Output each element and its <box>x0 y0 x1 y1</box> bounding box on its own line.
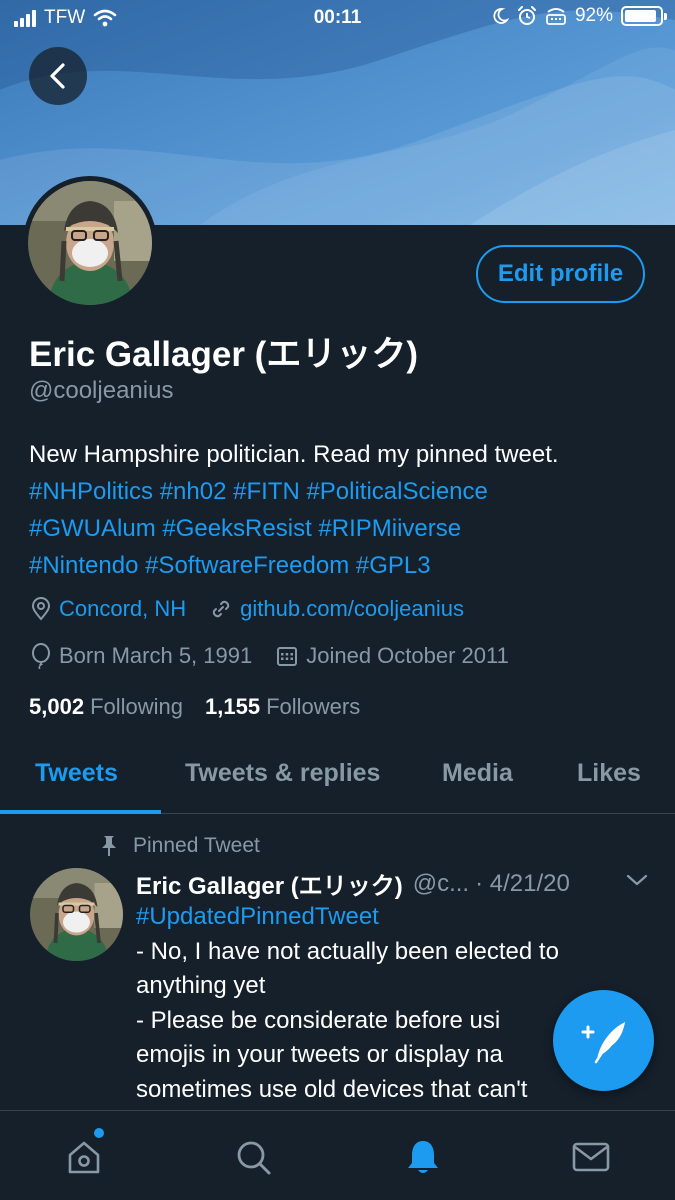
following-label: Following <box>90 694 183 719</box>
tweet-hashtag[interactable]: #UpdatedPinnedTweet <box>136 900 666 935</box>
pinned-tweet-label: Pinned Tweet <box>99 834 260 858</box>
tty-icon <box>546 8 566 25</box>
bio-hashtags-line[interactable]: #GWUAlum #GeeksResist #RIPMiiverse <box>29 510 659 547</box>
tab-likes[interactable]: Likes <box>577 759 641 788</box>
chevron-down-icon <box>626 874 648 886</box>
profile-bio: New Hampshire politician. Read my pinned… <box>29 436 659 584</box>
nav-search[interactable] <box>231 1135 275 1179</box>
tab-media[interactable]: Media <box>442 759 513 788</box>
tweet-author-name[interactable]: Eric Gallager (エリック) <box>136 866 403 901</box>
bottom-navigation <box>0 1110 675 1200</box>
follow-stats: 5,002 Following 1,155 Followers <box>29 694 360 720</box>
nav-notifications[interactable] <box>401 1135 445 1179</box>
profile-website-link[interactable]: github.com/cooljeanius <box>240 596 464 622</box>
compose-tweet-button[interactable] <box>553 990 654 1091</box>
bio-hashtags-line[interactable]: #Nintendo #SoftwareFreedom #GPL3 <box>29 547 659 584</box>
alarm-icon <box>517 6 536 25</box>
link-icon <box>212 600 230 618</box>
bio-text: New Hampshire politician. Read my pinned… <box>29 441 559 468</box>
profile-name: Eric Gallager (エリック) <box>29 335 418 374</box>
tweet-author-avatar[interactable] <box>30 868 123 961</box>
tab-tweets-replies[interactable]: Tweets & replies <box>185 759 380 788</box>
battery-icon <box>621 6 667 26</box>
nav-home[interactable] <box>62 1135 106 1179</box>
bio-hashtags-line[interactable]: #NHPolitics #nh02 #FITN #PoliticalScienc… <box>29 473 659 510</box>
tweet-line: - No, I have not actually been elected t… <box>136 937 559 965</box>
search-icon <box>237 1141 271 1175</box>
back-button[interactable] <box>29 47 87 105</box>
home-icon <box>68 1141 100 1174</box>
back-arrow-icon <box>50 63 65 89</box>
pin-icon <box>102 836 116 856</box>
followers-count: 1,155 <box>205 694 261 719</box>
profile-joined: Joined October 2011 <box>306 643 509 668</box>
battery-percent: 92% <box>574 5 613 26</box>
followers-label: Followers <box>266 694 361 719</box>
profile-avatar[interactable] <box>23 176 157 310</box>
tweet-header: Eric Gallager (エリック) @c... · 4/21/20 <box>136 866 656 901</box>
calendar-icon <box>277 647 298 666</box>
mail-icon <box>572 1142 610 1172</box>
compose-tweet-icon <box>581 1021 625 1063</box>
edit-profile-button[interactable]: Edit profile <box>476 245 645 303</box>
profile-dates-row: Born March 5, 1991 Joined October 2011 <box>31 643 533 669</box>
profile-location: Concord, NH <box>59 596 187 621</box>
profile-handle: @cooljeanius <box>29 377 174 404</box>
balloon-icon <box>32 643 50 669</box>
following-count: 5,002 <box>29 694 85 719</box>
tab-tweets[interactable]: Tweets <box>35 759 118 788</box>
status-bar: TFW 00:11 92% <box>0 0 675 38</box>
home-notification-dot <box>94 1128 104 1138</box>
tweet-date: · 4/21/20 <box>475 869 570 897</box>
pinned-tweet-text: Pinned Tweet <box>133 834 260 857</box>
moon-icon <box>493 8 509 24</box>
location-pin-icon <box>31 597 51 621</box>
tweet-menu-button[interactable] <box>626 872 648 893</box>
following-link[interactable]: 5,002 Following <box>29 694 183 720</box>
nav-messages[interactable] <box>569 1135 613 1179</box>
bell-icon <box>408 1141 438 1173</box>
profile-birthday: Born March 5, 1991 <box>59 643 253 668</box>
tweet-author-handle: @c... <box>412 869 470 897</box>
profile-tabs: Tweets Tweets & replies Media Likes <box>0 742 675 814</box>
active-tab-indicator <box>0 810 161 814</box>
followers-link[interactable]: 1,155 Followers <box>205 694 360 720</box>
profile-meta-row: Concord, NH github.com/cooljeanius <box>31 596 488 622</box>
